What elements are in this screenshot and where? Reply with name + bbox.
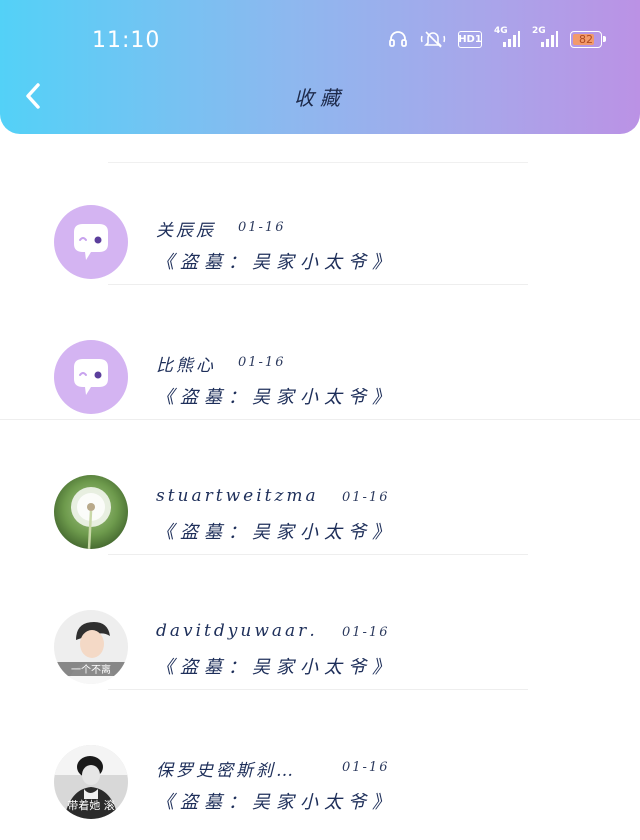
default-avatar-icon [54, 205, 128, 279]
hd-badge: HD1 [458, 30, 482, 48]
app-header: 11:10 HD1 4G 2G 82 收藏 [0, 0, 640, 134]
book-title[interactable]: 《盗墓：吴家小太爷》 [156, 788, 396, 814]
user-name[interactable]: 保罗史密斯刹… [156, 756, 296, 781]
user-name[interactable]: 比熊心 [156, 351, 216, 376]
favorite-item[interactable]: 带着她 滚 保罗史密斯刹… 01-16 《盗墓：吴家小太爷》 [0, 690, 640, 825]
status-icons: HD1 4G 2G 82 [388, 26, 606, 50]
book-title[interactable]: 《盗墓：吴家小太爷》 [156, 248, 396, 274]
avatar-overlay-text: 带着她 滚 [67, 798, 115, 812]
user-name[interactable]: davitdyuwaar… [156, 621, 316, 641]
favorite-date: 01-16 [238, 220, 286, 235]
avatar[interactable] [54, 205, 128, 279]
person-photo: 一个不离 [54, 610, 128, 684]
user-name[interactable]: 关辰辰 [156, 216, 216, 241]
book-title[interactable]: 《盗墓：吴家小太爷》 [156, 518, 396, 544]
headphones-icon [389, 31, 407, 47]
favorite-date: 01-16 [342, 490, 390, 505]
page-title: 收藏 [294, 86, 346, 110]
avatar[interactable] [54, 475, 128, 549]
favorite-item[interactable]: 比熊心 01-16 《盗墓：吴家小太爷》 [0, 285, 640, 420]
favorite-date: 01-16 [342, 760, 390, 775]
signal-2g-icon: 2G [532, 26, 558, 50]
favorite-item[interactable]: 一个不离 davitdyuwaar… 01-16 《盗墓：吴家小太爷》 [0, 555, 640, 690]
favorite-item[interactable]: 关辰辰 01-16 《盗墓：吴家小太爷》 [0, 150, 640, 285]
battery-level: 82 [579, 32, 593, 46]
book-title[interactable]: 《盗墓：吴家小太爷》 [156, 383, 396, 409]
book-title[interactable]: 《盗墓：吴家小太爷》 [156, 653, 396, 679]
favorite-date: 01-16 [342, 625, 390, 640]
default-avatar-icon [54, 340, 128, 414]
dandelion-photo [54, 475, 128, 549]
avatar[interactable]: 带着她 滚 [54, 745, 128, 819]
bw-person-photo: 带着她 滚 [54, 745, 128, 819]
signal-4g-icon: 4G [494, 26, 520, 50]
avatar-overlay-text: 一个不离 [71, 663, 111, 676]
battery-icon: 82 [570, 30, 606, 48]
favorite-date: 01-16 [238, 355, 286, 370]
status-time: 11:10 [92, 28, 161, 53]
favorite-item[interactable]: stuartweitzma… 01-16 《盗墓：吴家小太爷》 [0, 420, 640, 555]
avatar[interactable]: 一个不离 [54, 610, 128, 684]
avatar[interactable] [54, 340, 128, 414]
mute-bell-icon [420, 31, 446, 48]
user-name[interactable]: stuartweitzma… [156, 486, 316, 506]
